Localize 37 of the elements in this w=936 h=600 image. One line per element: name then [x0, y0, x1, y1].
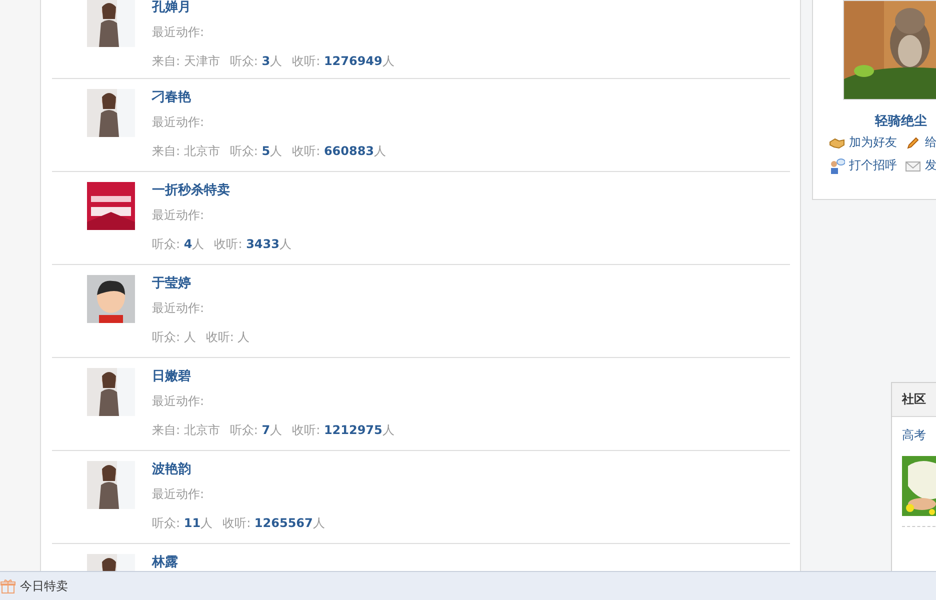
location-text: 来自: 北京市: [152, 144, 220, 158]
stat-text: 收听: 1212975人: [292, 423, 394, 437]
stat-text: 听众: 3人: [230, 54, 282, 68]
gift-icon: [0, 578, 16, 594]
profile-action-link[interactable]: 打个招呼: [829, 157, 905, 174]
location-text: 来自: 天津市: [152, 54, 220, 68]
recent-action-label: 最近动作:: [152, 487, 206, 501]
stat-text: 收听: 3433人: [214, 237, 292, 251]
profile-action-link[interactable]: 加为好友: [829, 134, 905, 151]
stat-text: 听众: 11人: [152, 516, 213, 530]
stat-text: 听众: 5人: [230, 144, 282, 158]
pencil-icon: [905, 134, 921, 150]
daily-deals-link[interactable]: 今日特卖: [0, 578, 68, 594]
user-name[interactable]: 日嫩碧: [152, 369, 394, 385]
recent-action-label: 最近动作:: [152, 208, 206, 222]
stat-text: 听众: 7人: [230, 423, 282, 437]
article-link[interactable]: 高考: [902, 427, 936, 444]
user-name[interactable]: 于莹婷: [152, 276, 250, 292]
panel-title: 社区: [892, 383, 936, 417]
recent-action-label: 最近动作:: [152, 301, 206, 315]
stat-text: 收听: 人: [206, 330, 250, 344]
user-name[interactable]: 孔婵月: [152, 0, 394, 16]
location-text: 来自: 北京市: [152, 423, 220, 437]
stat-text: 听众: 人: [152, 330, 196, 344]
user-name[interactable]: 波艳韵: [152, 462, 325, 478]
user-name[interactable]: 一折秒杀特卖: [152, 183, 292, 199]
recent-action-label: 最近动作:: [152, 25, 206, 39]
user-name[interactable]: 刁春艳: [152, 90, 386, 106]
stat-text: 收听: 1276949人: [292, 54, 394, 68]
stat-text: 听众: 4人: [152, 237, 204, 251]
recent-action-label: 最近动作:: [152, 394, 206, 408]
stat-text: 收听: 660883人: [292, 144, 386, 158]
profile-name[interactable]: 轻骑绝尘: [875, 112, 936, 130]
stat-text: 收听: 1265567人: [222, 516, 325, 530]
user-name[interactable]: 林露: [152, 555, 178, 571]
person-speech-icon: [829, 158, 845, 174]
recent-action-label: 最近动作:: [152, 115, 206, 129]
